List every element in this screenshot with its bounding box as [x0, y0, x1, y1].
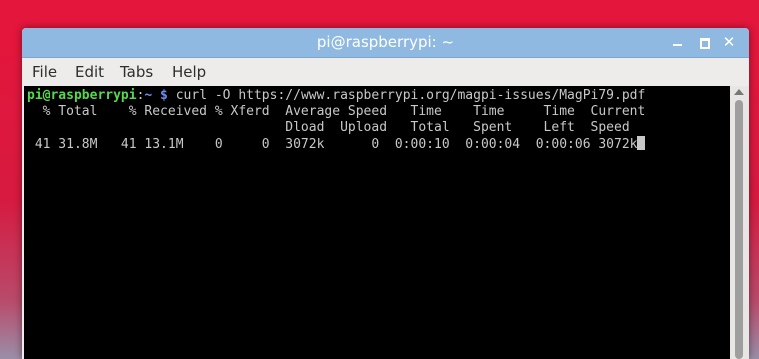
- curl-header-1: % Total % Received % Xferd Average Speed…: [27, 104, 646, 119]
- progress-line: 41 31.8M 41 13.1M 0 0 3072k 0 0:00:10 0:…: [27, 136, 646, 153]
- scrollbar-thumb[interactable]: [735, 100, 743, 359]
- maximize-icon: [700, 38, 710, 49]
- command-line: pi@raspberrypi:~ $ curl -O https://www.r…: [27, 88, 645, 104]
- prompt-path: ~ $: [144, 88, 168, 103]
- menu-edit[interactable]: Edit: [75, 63, 104, 81]
- menu-file[interactable]: File: [32, 63, 57, 81]
- terminal-window: pi@raspberrypi: ~ ✕ File Edit Tabs Help …: [22, 28, 749, 359]
- minimize-button[interactable]: [668, 32, 688, 52]
- window-title: pi@raspberrypi: ~: [316, 33, 455, 51]
- close-icon: ✕: [722, 33, 736, 51]
- menu-bar: File Edit Tabs Help: [22, 58, 749, 86]
- text-cursor: [637, 136, 646, 150]
- menu-tabs[interactable]: Tabs: [120, 63, 153, 81]
- progress-text: 41 31.8M 41 13.1M 0 0 3072k 0 0:00:10 0:…: [27, 137, 638, 152]
- close-button[interactable]: ✕: [719, 32, 739, 52]
- menu-help[interactable]: Help: [172, 63, 206, 81]
- minimize-icon: [673, 44, 682, 46]
- scroll-up-icon[interactable]: [734, 89, 744, 95]
- command-text: curl -O https://www.raspberrypi.org/magp…: [167, 88, 646, 103]
- curl-header-2: Dload Upload Total Spent Left Speed: [27, 120, 630, 135]
- title-bar[interactable]: pi@raspberrypi: ~ ✕: [22, 28, 749, 58]
- prompt-user: pi@raspberrypi: [27, 88, 137, 103]
- terminal-output[interactable]: pi@raspberrypi:~ $ curl -O https://www.r…: [24, 86, 730, 359]
- maximize-button[interactable]: [694, 32, 714, 52]
- vertical-scrollbar[interactable]: [730, 86, 749, 359]
